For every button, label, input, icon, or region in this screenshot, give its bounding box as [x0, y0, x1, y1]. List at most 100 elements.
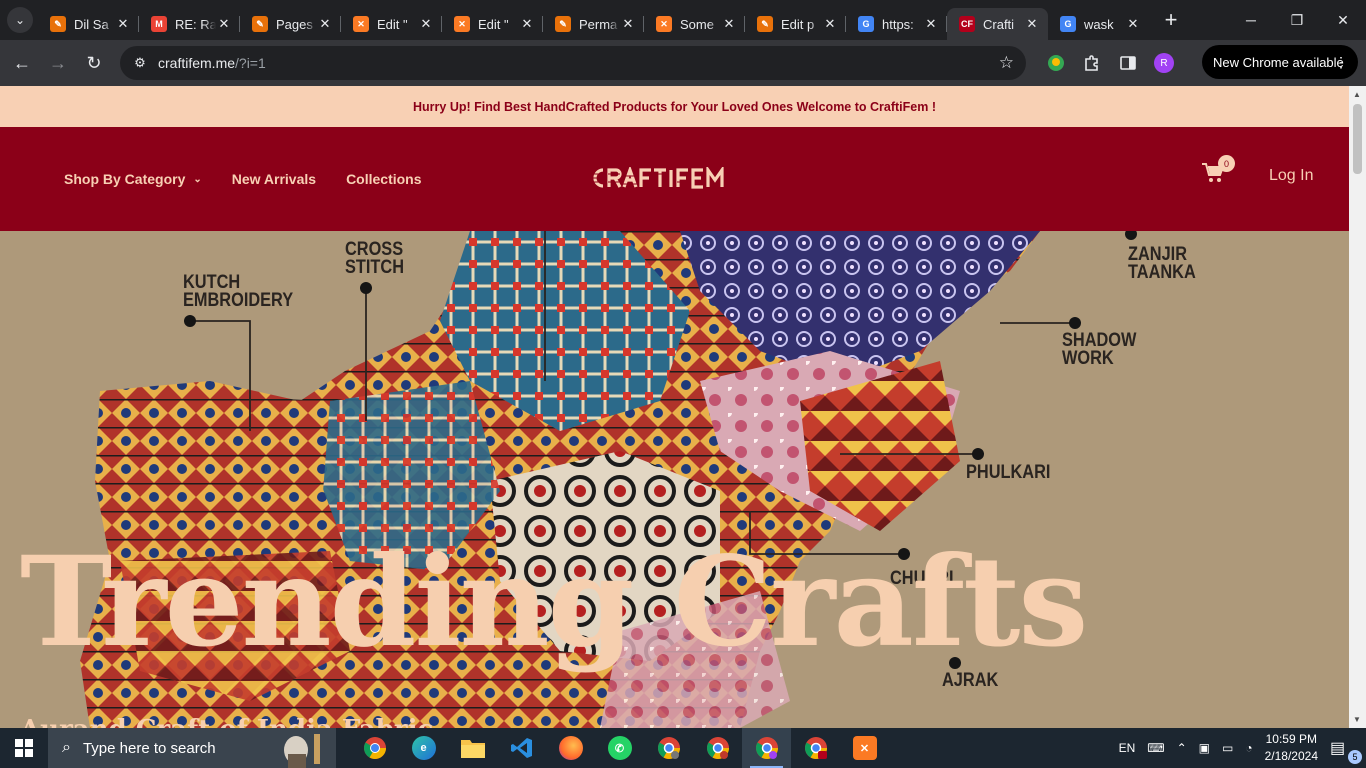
tab-close-icon[interactable]: ✕ [1125, 16, 1141, 32]
scroll-down-arrow-icon[interactable]: ▼ [1353, 715, 1361, 724]
cart-button[interactable]: 0 [1202, 155, 1235, 187]
side-panel-icon[interactable] [1110, 46, 1146, 80]
chrome-profile-icon [657, 737, 680, 759]
gmail-icon: M [151, 16, 167, 32]
new-tab-button[interactable]: + [1157, 6, 1185, 34]
tab-title: Dil Sa [74, 16, 109, 32]
back-button[interactable]: ← [4, 45, 40, 81]
taskbar-vscode[interactable] [497, 728, 546, 768]
login-link[interactable]: Log In [1269, 167, 1313, 185]
site-logo[interactable] [590, 165, 740, 191]
taskbar-edge[interactable]: e [399, 728, 448, 768]
minimize-icon[interactable]: ─ [1228, 0, 1274, 40]
announcement-bar: Hurry Up! Find Best HandCrafted Products… [0, 86, 1349, 127]
hero-banner: KUTCH EMBROIDERY CROSS STITCH ZANJIR TAA… [0, 231, 1349, 728]
chevron-up-icon[interactable]: ⌃ [1177, 741, 1187, 755]
browser-tab[interactable]: ✎ Pages ✕ [240, 8, 341, 40]
taskbar-chrome-profile-2[interactable] [693, 728, 742, 768]
tab-search-button[interactable]: ⌄ [7, 7, 33, 33]
page-viewport: Hurry Up! Find Best HandCrafted Products… [0, 86, 1366, 728]
tab-close-icon[interactable]: ✕ [923, 16, 939, 32]
close-window-icon[interactable]: ✕ [1320, 0, 1366, 40]
browser-tab[interactable]: Gwask ✕ [1048, 8, 1149, 40]
device-icon[interactable]: ▣ [1199, 741, 1210, 755]
announcement-text: Hurry Up! Find Best HandCrafted Products… [413, 99, 936, 114]
bookmark-star-icon[interactable]: ☆ [999, 53, 1014, 73]
extension-bulb-icon[interactable] [1038, 46, 1074, 80]
browser-tab[interactable]: ✕ Edit " ✕ [442, 8, 543, 40]
xampp-icon: ✕ [852, 736, 877, 760]
tab-title: Edit " [377, 16, 408, 32]
browser-tab[interactable]: Ghttps: ✕ [846, 8, 947, 40]
browser-tab[interactable]: ✎ Edit p ✕ [745, 8, 846, 40]
clock-date: 2/18/2024 [1264, 749, 1318, 763]
address-bar[interactable]: ⚙ craftifem.me/?i=1 ☆ [120, 46, 1026, 80]
browser-tab[interactable]: CF Crafti ✕ [947, 8, 1048, 40]
taskbar-xampp[interactable]: ✕ [840, 728, 889, 768]
tab-title: wask [1084, 16, 1114, 32]
hero-title: Trending Crafts [20, 530, 1088, 675]
more-menu-icon[interactable]: ⋮ [1334, 54, 1348, 71]
profile-button[interactable]: R [1146, 46, 1182, 80]
tab-close-icon[interactable]: ✕ [317, 16, 333, 32]
folder-icon [460, 740, 485, 758]
battery-icon[interactable]: ▭ [1222, 741, 1233, 755]
wifi-icon[interactable]: ◔ [1245, 741, 1252, 755]
taskbar-chrome-craftifem[interactable] [791, 728, 840, 768]
taskbar-firefox[interactable] [546, 728, 595, 768]
page-scrollbar[interactable]: ▲ ▼ [1349, 86, 1366, 728]
tab-close-icon[interactable]: ✕ [1024, 16, 1040, 32]
keyboard-icon[interactable]: ⌨ [1147, 741, 1164, 755]
taskbar-file-explorer[interactable] [448, 728, 497, 768]
toolbar-extensions: R [1038, 46, 1182, 80]
chrome-update-button[interactable]: New Chrome available ⋮ [1202, 45, 1358, 79]
tab-close-icon[interactable]: ✕ [721, 16, 737, 32]
tab-close-icon[interactable]: ✕ [822, 16, 838, 32]
tab-title: Some [680, 16, 714, 32]
notification-center-button[interactable]: ▤ 5 [1330, 738, 1362, 764]
browser-tab[interactable]: ✎ Dil Sa ✕ [38, 8, 139, 40]
arrow-left-icon: ← [13, 52, 31, 73]
tab-close-icon[interactable]: ✕ [418, 16, 434, 32]
tab-close-icon[interactable]: ✕ [519, 16, 535, 32]
url-text[interactable]: craftifem.me/?i=1 [158, 55, 266, 71]
taskbar-chrome-profile-1[interactable] [644, 728, 693, 768]
taskbar-chrome-profile-r[interactable] [742, 728, 791, 768]
site-info-icon[interactable]: ⚙ [124, 55, 156, 71]
language-indicator[interactable]: EN [1119, 741, 1136, 755]
start-button[interactable] [0, 728, 48, 768]
browser-tab[interactable]: ✕ Edit " ✕ [341, 8, 442, 40]
browser-tab[interactable]: M RE: Ra ✕ [139, 8, 240, 40]
reload-button[interactable]: ↻ [76, 45, 112, 81]
windows-taskbar: ⌕ Type here to search e ✆ ✕ EN ⌨ ⌃ ▣ ▭ ◔… [0, 728, 1366, 768]
chrome-profile-icon [706, 737, 729, 759]
search-highlight-illustration-icon [284, 734, 320, 768]
browser-tab[interactable]: ✕ Some ✕ [644, 8, 745, 40]
browser-toolbar: ← → ↻ ⚙ craftifem.me/?i=1 ☆ R New Chrome… [0, 40, 1366, 86]
label-shadow-work: SHADOW WORK [1062, 330, 1137, 369]
scrollbar-thumb[interactable] [1353, 104, 1362, 174]
scroll-up-arrow-icon[interactable]: ▲ [1353, 90, 1361, 99]
nav-shop-by-category[interactable]: Shop By Category ⌄ [64, 171, 202, 187]
taskbar-search-placeholder: Type here to search [82, 739, 216, 757]
tab-close-icon[interactable]: ✕ [115, 16, 131, 32]
tab-close-icon[interactable]: ✕ [216, 16, 232, 32]
google-icon: G [858, 16, 874, 32]
taskbar-clock[interactable]: 10:59 PM 2/18/2024 [1265, 731, 1318, 765]
notification-count-badge: 5 [1348, 750, 1362, 764]
extensions-puzzle-icon[interactable] [1074, 46, 1110, 80]
nav-new-arrivals[interactable]: New Arrivals [232, 171, 316, 187]
label-kutch-embroidery: KUTCH EMBROIDERY [183, 272, 294, 311]
site-header: Shop By Category ⌄ New Arrivals Collecti… [0, 127, 1349, 231]
nav-collections[interactable]: Collections [346, 171, 421, 187]
window-controls: ─ ❐ ✕ [1228, 0, 1366, 40]
taskbar-chrome[interactable] [350, 728, 399, 768]
google-icon: G [1060, 16, 1076, 32]
taskbar-whatsapp[interactable]: ✆ [595, 728, 644, 768]
browser-tab[interactable]: ✎ Perma ✕ [543, 8, 644, 40]
craftifem-icon: CF [959, 16, 975, 32]
tab-close-icon[interactable]: ✕ [620, 16, 636, 32]
taskbar-search[interactable]: ⌕ Type here to search [48, 728, 336, 768]
forward-button[interactable]: → [40, 45, 76, 81]
restore-icon[interactable]: ❐ [1274, 0, 1320, 40]
